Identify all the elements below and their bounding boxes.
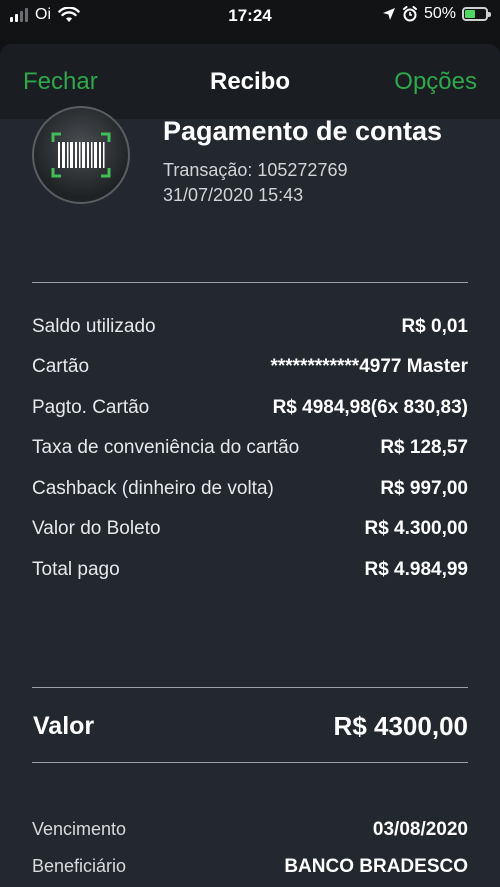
detail-row: Saldo utilizado R$ 0,01 (32, 316, 468, 342)
detail-label: Cashback (dinheiro de volta) (32, 478, 274, 499)
battery-percent: 50% (423, 5, 456, 22)
detail-row: Taxa de conveniência do cartão R$ 128,57 (32, 437, 468, 463)
detail-value: R$ 4984,98(6x 830,83) (272, 397, 468, 418)
detail-label: Saldo utilizado (32, 316, 156, 337)
detail-label: Valor do Boleto (32, 518, 161, 539)
detail-value: R$ 997,00 (380, 478, 468, 499)
detail-row: Pagto. Cartão R$ 4984,98(6x 830,83) (32, 397, 468, 423)
detail-label: Taxa de conveniência do cartão (32, 437, 300, 458)
detail-label: Cartão (32, 356, 90, 377)
barcode-icon (32, 106, 130, 204)
due-date-row: Vencimento 03/08/2020 (32, 819, 468, 845)
detail-value: ************4977 Master (270, 356, 468, 377)
alarm-icon (402, 6, 417, 22)
receipt-title: Pagamento de contas (163, 116, 443, 146)
detail-label: Pagto. Cartão (32, 397, 150, 418)
detail-row: Cartão ************4977 Master (32, 356, 468, 382)
beneficiary-label: Beneficiário (32, 856, 127, 876)
divider-middle (32, 687, 468, 688)
due-date-value: 03/08/2020 (372, 819, 468, 840)
options-button[interactable]: Opções (394, 68, 477, 96)
transaction-datetime: 31/07/2020 15:43 (163, 185, 304, 205)
detail-value: R$ 0,01 (401, 316, 468, 337)
transaction-id: Transação: 105272769 (163, 160, 348, 180)
divider-bottom (32, 762, 468, 763)
due-date-label: Vencimento (32, 819, 127, 839)
battery-charging-icon (462, 7, 491, 21)
divider-top (32, 282, 468, 283)
detail-row: Valor do Boleto R$ 4.300,00 (32, 518, 468, 544)
detail-value: R$ 4.300,00 (364, 518, 468, 539)
detail-value: R$ 4.984,99 (364, 559, 468, 580)
detail-row: Cashback (dinheiro de volta) R$ 997,00 (32, 478, 468, 504)
status-bar: Oi 17:24 50% (0, 0, 500, 34)
amount-value: R$ 4300,00 (333, 711, 468, 741)
detail-row: Total pago R$ 4.984,99 (32, 559, 468, 585)
beneficiary-value: BANCO BRADESCO (284, 856, 468, 877)
location-arrow-icon (382, 8, 395, 20)
amount-label: Valor (33, 712, 95, 740)
beneficiary-row: Beneficiário BANCO BRADESCO (32, 856, 468, 882)
detail-value: R$ 128,57 (380, 437, 468, 458)
detail-label: Total pago (32, 559, 120, 580)
status-right: 50% (382, 5, 491, 23)
